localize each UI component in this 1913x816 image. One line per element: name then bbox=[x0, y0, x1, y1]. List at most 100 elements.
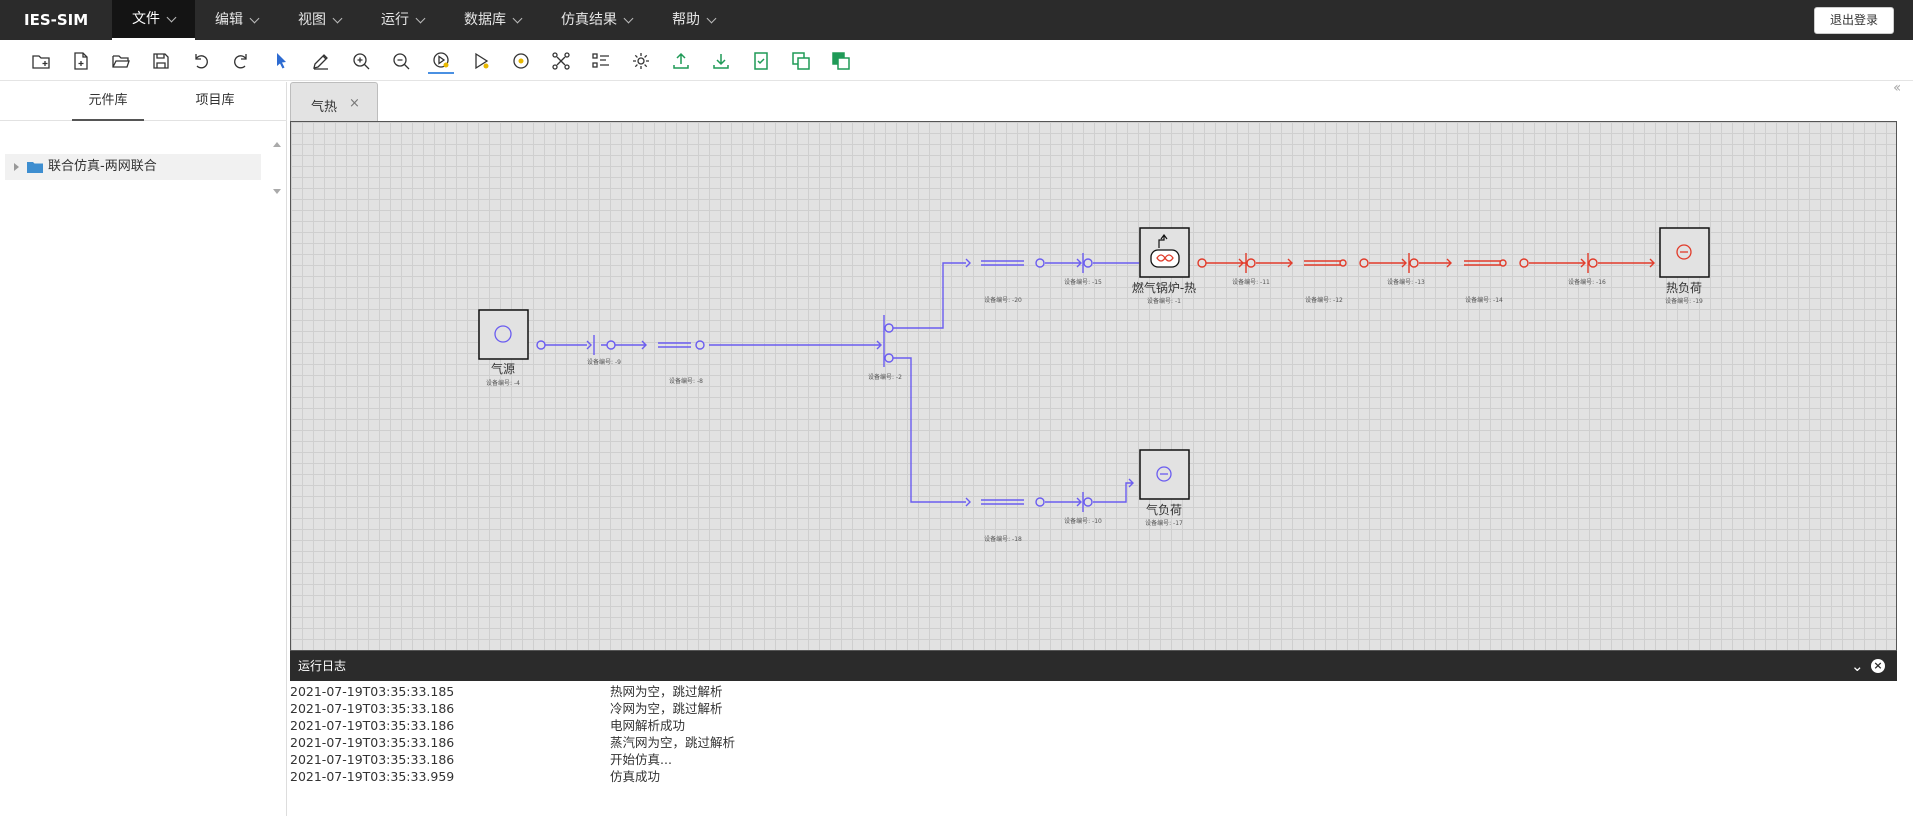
chevron-down-icon bbox=[512, 13, 523, 23]
menu-edit-label: 编辑 bbox=[215, 12, 243, 28]
device-id-label: 设备编号: -14 bbox=[1465, 296, 1503, 304]
log-time: 2021-07-19T03:35:33.186 bbox=[290, 701, 455, 716]
topology-icon[interactable] bbox=[548, 48, 574, 74]
copy-layer-icon[interactable] bbox=[788, 48, 814, 74]
top-menu-bar: IES-SIM 文件 编辑 视图 运行 数据库 仿真结果 帮助 退出登录 bbox=[0, 0, 1913, 40]
menu-sim-results[interactable]: 仿真结果 bbox=[541, 0, 652, 40]
toolbar bbox=[0, 40, 1913, 81]
target-icon[interactable] bbox=[508, 48, 534, 74]
upload-icon[interactable] bbox=[668, 48, 694, 74]
log-message: 蒸汽网为空，跳过解析 bbox=[610, 735, 736, 750]
log-entry: 2021-07-19T03:35:33.186 开始仿真... bbox=[290, 751, 1897, 768]
open-folder-icon[interactable] bbox=[108, 48, 134, 74]
device-id-label: 设备编号: -11 bbox=[1232, 278, 1270, 286]
heat-load-label: 热负荷 bbox=[1666, 281, 1702, 295]
chevron-down-icon bbox=[332, 13, 343, 23]
gas-source-node bbox=[478, 309, 529, 360]
redo-icon[interactable] bbox=[228, 48, 254, 74]
tab-project-library[interactable]: 项目库 bbox=[188, 82, 242, 121]
edit-pencil-icon[interactable] bbox=[308, 48, 334, 74]
caret-right-icon[interactable] bbox=[14, 163, 19, 171]
log-entry: 2021-07-19T03:35:33.959 仿真成功 bbox=[290, 768, 1897, 785]
log-time: 2021-07-19T03:35:33.186 bbox=[290, 752, 455, 767]
close-icon[interactable]: × bbox=[349, 96, 360, 111]
network-diagram[interactable]: 气源 设备编号: -4 燃气锅炉-热 设备编号: -1 热负荷 设备编号: -1… bbox=[291, 122, 1898, 652]
device-id-label: 设备编号: -12 bbox=[1305, 296, 1343, 304]
device-id-label: 设备编号: -13 bbox=[1387, 278, 1425, 286]
boiler-id: 设备编号: -1 bbox=[1147, 297, 1181, 305]
new-file-icon[interactable] bbox=[68, 48, 94, 74]
chevron-down-icon[interactable]: ⌄ bbox=[1851, 651, 1864, 681]
chevron-down-icon bbox=[166, 12, 177, 22]
save-icon[interactable] bbox=[148, 48, 174, 74]
main-menu: 文件 编辑 视图 运行 数据库 仿真结果 帮助 bbox=[112, 0, 735, 40]
chevron-down-icon bbox=[249, 13, 260, 23]
log-entry: 2021-07-19T03:35:33.186 电网解析成功 bbox=[290, 717, 1897, 734]
menu-help[interactable]: 帮助 bbox=[652, 0, 735, 40]
log-time: 2021-07-19T03:35:33.186 bbox=[290, 735, 455, 750]
menu-file-label: 文件 bbox=[132, 11, 160, 27]
logout-button[interactable]: 退出登录 bbox=[1814, 7, 1894, 34]
chevron-down-icon bbox=[415, 13, 426, 23]
log-list: 2021-07-19T03:35:33.185 热网为空，跳过解析 2021-07… bbox=[290, 683, 1897, 785]
undo-icon[interactable] bbox=[188, 48, 214, 74]
menu-database[interactable]: 数据库 bbox=[444, 0, 541, 40]
log-message: 冷网为空，跳过解析 bbox=[610, 701, 723, 716]
log-time: 2021-07-19T03:35:33.186 bbox=[290, 718, 455, 733]
menu-help-label: 帮助 bbox=[672, 12, 700, 28]
log-message: 热网为空，跳过解析 bbox=[610, 684, 723, 699]
zoom-in-icon[interactable] bbox=[348, 48, 374, 74]
menu-view[interactable]: 视图 bbox=[278, 0, 361, 40]
tree-item[interactable]: 联合仿真-两网联合 bbox=[5, 154, 261, 180]
run-step-icon[interactable] bbox=[468, 48, 494, 74]
gas-load-label: 气负荷 bbox=[1146, 502, 1182, 517]
menu-edit[interactable]: 编辑 bbox=[195, 0, 278, 40]
scroll-up-icon[interactable] bbox=[270, 138, 284, 152]
log-entry: 2021-07-19T03:35:33.185 热网为空，跳过解析 bbox=[290, 683, 1897, 700]
editor-tabbar: 气热 × bbox=[288, 82, 1913, 122]
device-id-label: 设备编号: -18 bbox=[984, 535, 1022, 543]
device-id-label: 设备编号: -16 bbox=[1568, 278, 1606, 286]
new-project-icon[interactable] bbox=[28, 48, 54, 74]
menu-view-label: 视图 bbox=[298, 12, 326, 28]
tab-component-library[interactable]: 元件库 bbox=[72, 82, 144, 121]
device-id-label: 设备编号: -20 bbox=[984, 296, 1022, 304]
close-icon[interactable]: × bbox=[1871, 659, 1885, 673]
device-id-label: 设备编号: -2 bbox=[868, 373, 902, 381]
log-time: 2021-07-19T03:35:33.185 bbox=[290, 684, 455, 699]
device-id-label: 设备编号: -8 bbox=[669, 377, 703, 385]
zoom-out-icon[interactable] bbox=[388, 48, 414, 74]
menu-run[interactable]: 运行 bbox=[361, 0, 444, 40]
chevron-down-icon bbox=[706, 13, 717, 23]
device-id-label: 设备编号: -10 bbox=[1064, 517, 1102, 525]
scroll-down-icon[interactable] bbox=[270, 184, 284, 198]
tree-item-label: 联合仿真-两网联合 bbox=[48, 159, 157, 174]
list-settings-icon[interactable] bbox=[588, 48, 614, 74]
device-id-label: 设备编号: -9 bbox=[587, 358, 621, 366]
download-icon[interactable] bbox=[708, 48, 734, 74]
log-message: 电网解析成功 bbox=[610, 718, 686, 733]
panel-tabs: 元件库 项目库 bbox=[0, 82, 287, 121]
folder-icon bbox=[27, 162, 43, 173]
log-time: 2021-07-19T03:35:33.959 bbox=[290, 769, 455, 784]
log-panel-header: 运行日志 ⌄ × bbox=[290, 651, 1897, 681]
log-entry: 2021-07-19T03:35:33.186 蒸汽网为空，跳过解析 bbox=[290, 734, 1897, 751]
device-id-label: 设备编号: -15 bbox=[1064, 278, 1102, 286]
log-message: 开始仿真... bbox=[610, 752, 672, 767]
app-title: IES-SIM bbox=[24, 11, 89, 29]
report-check-icon[interactable] bbox=[748, 48, 774, 74]
gas-source-id: 设备编号: -4 bbox=[486, 379, 520, 387]
log-message: 仿真成功 bbox=[610, 769, 661, 784]
tab-gas-heat-label: 气热 bbox=[311, 100, 338, 115]
diagram-canvas[interactable]: 气源 设备编号: -4 燃气锅炉-热 设备编号: -1 热负荷 设备编号: -1… bbox=[290, 121, 1897, 651]
menu-sim-results-label: 仿真结果 bbox=[561, 12, 617, 28]
run-check-icon[interactable] bbox=[428, 48, 454, 74]
settings-gear-icon[interactable] bbox=[628, 48, 654, 74]
paste-layer-icon[interactable] bbox=[828, 48, 854, 74]
menu-file[interactable]: 文件 bbox=[112, 0, 195, 40]
tab-gas-heat[interactable]: 气热 × bbox=[290, 82, 378, 122]
select-pointer-icon[interactable] bbox=[268, 48, 294, 74]
boiler-label: 燃气锅炉-热 bbox=[1132, 280, 1196, 295]
menu-database-label: 数据库 bbox=[464, 12, 506, 28]
gas-source-label: 气源 bbox=[491, 361, 515, 376]
